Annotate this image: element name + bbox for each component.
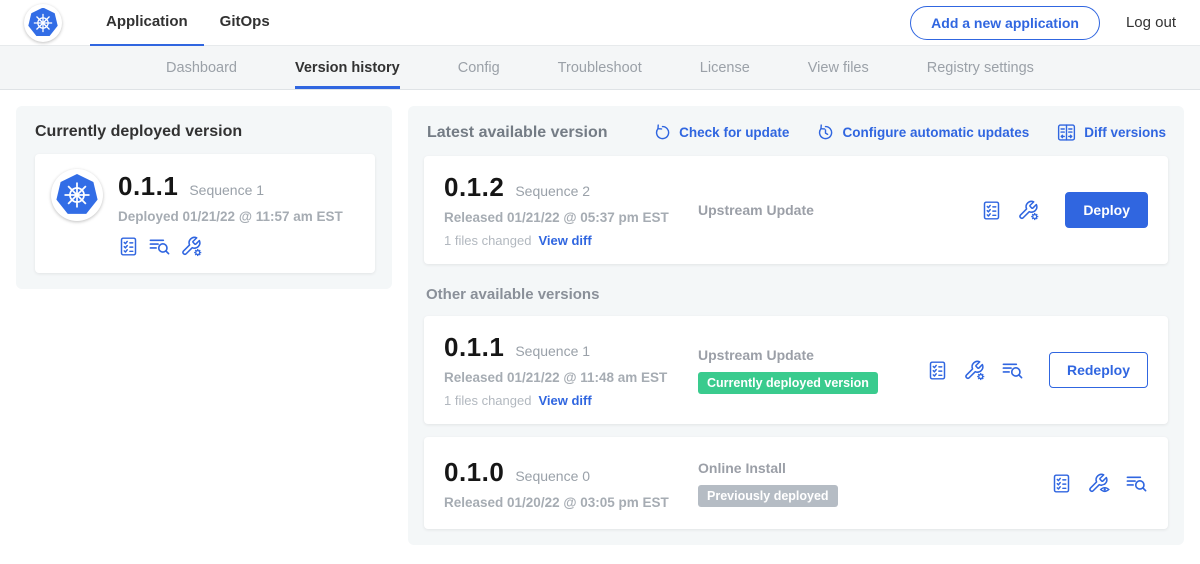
sequence-label: Sequence 0: [515, 468, 590, 484]
version-row-0-1-0: 0.1.0 Sequence 0 Released 01/20/22 @ 03:…: [424, 437, 1168, 529]
check-for-update-link[interactable]: Check for update: [653, 123, 789, 142]
logout-button[interactable]: Log out: [1126, 14, 1176, 31]
subnav-license[interactable]: License: [700, 46, 750, 89]
kubernetes-helm-icon: [56, 174, 98, 216]
version-number: 0.1.2: [444, 172, 504, 203]
checklist-icon[interactable]: [927, 360, 948, 381]
file-search-icon[interactable]: [148, 235, 171, 258]
version-number: 0.1.1: [444, 332, 504, 363]
sequence-label: Sequence 1: [189, 182, 264, 198]
app-subnav: Dashboard Version history Config Trouble…: [0, 46, 1200, 90]
latest-version-header: Latest available version Check for updat…: [424, 122, 1168, 143]
released-timestamp: Released 01/20/22 @ 03:05 pm EST: [444, 495, 698, 510]
add-application-button[interactable]: Add a new application: [910, 6, 1100, 40]
kubernetes-logo: [24, 4, 62, 42]
diff-versions-link[interactable]: Diff versions: [1056, 122, 1166, 143]
checklist-icon[interactable]: [981, 200, 1002, 221]
file-search-icon[interactable]: [1001, 359, 1024, 382]
tab-gitops[interactable]: GitOps: [204, 0, 286, 46]
version-number: 0.1.0: [444, 457, 504, 488]
subnav-dashboard[interactable]: Dashboard: [166, 46, 237, 89]
diff-icon: [1056, 122, 1077, 143]
schedule-icon: [816, 123, 835, 142]
released-timestamp: Released 01/21/22 @ 05:37 pm EST: [444, 210, 698, 225]
wrench-gear-icon[interactable]: [1017, 199, 1040, 222]
configure-automatic-updates-link[interactable]: Configure automatic updates: [816, 123, 1029, 142]
version-row-0-1-2: 0.1.2 Sequence 2 Released 01/21/22 @ 05:…: [424, 156, 1168, 264]
top-header: Application GitOps Add a new application…: [0, 0, 1200, 46]
file-search-icon[interactable]: [1125, 472, 1148, 495]
files-changed-label: 1 files changed: [444, 393, 531, 408]
deployed-version-info: 0.1.1 Sequence 1 Deployed 01/21/22 @ 11:…: [118, 169, 343, 258]
checklist-icon[interactable]: [1051, 473, 1072, 494]
main-content: Currently deployed version 0.1.1 Sequenc…: [0, 90, 1200, 561]
released-timestamp: Released 01/21/22 @ 11:48 am EST: [444, 370, 698, 385]
checklist-icon[interactable]: [118, 236, 139, 257]
subnav-version-history[interactable]: Version history: [295, 46, 400, 89]
kubernetes-helm-icon: [28, 8, 58, 38]
sequence-label: Sequence 1: [515, 343, 590, 359]
version-history-panel: Latest available version Check for updat…: [408, 106, 1184, 545]
refresh-icon: [653, 123, 672, 142]
wrench-gear-icon[interactable]: [963, 359, 986, 382]
deploy-button[interactable]: Deploy: [1065, 192, 1148, 228]
version-actions: Check for update Configure automatic upd…: [653, 122, 1166, 143]
subnav-view-files[interactable]: View files: [808, 46, 869, 89]
app-tabs: Application GitOps: [90, 0, 286, 46]
latest-version-title: Latest available version: [427, 124, 608, 142]
version-number: 0.1.1: [118, 171, 178, 202]
view-diff-link[interactable]: View diff: [538, 393, 591, 408]
currently-deployed-panel: Currently deployed version 0.1.1 Sequenc…: [16, 106, 392, 289]
deployed-version-card: 0.1.1 Sequence 1 Deployed 01/21/22 @ 11:…: [35, 154, 375, 273]
deployed-timestamp: Deployed 01/21/22 @ 11:57 am EST: [118, 209, 343, 224]
tab-application[interactable]: Application: [90, 0, 204, 46]
files-changed-label: 1 files changed: [444, 233, 531, 248]
other-versions-title: Other available versions: [426, 286, 1166, 303]
deployed-version-actions: [118, 235, 343, 258]
subnav-config[interactable]: Config: [458, 46, 500, 89]
subnav-registry-settings[interactable]: Registry settings: [927, 46, 1034, 89]
version-row-0-1-1: 0.1.1 Sequence 1 Released 01/21/22 @ 11:…: [424, 316, 1168, 424]
version-source: Online Install: [698, 460, 1051, 476]
currently-deployed-badge: Currently deployed version: [698, 372, 878, 394]
app-logo: [51, 169, 103, 221]
currently-deployed-title: Currently deployed version: [35, 123, 375, 141]
wrench-gear-icon[interactable]: [180, 235, 203, 258]
version-source: Upstream Update: [698, 347, 927, 363]
view-diff-link[interactable]: View diff: [538, 233, 591, 248]
wrench-eye-icon[interactable]: [1087, 472, 1110, 495]
redeploy-button[interactable]: Redeploy: [1049, 352, 1148, 388]
sequence-label: Sequence 2: [515, 183, 590, 199]
version-source: Upstream Update: [698, 202, 981, 218]
previously-deployed-badge: Previously deployed: [698, 485, 838, 507]
subnav-troubleshoot[interactable]: Troubleshoot: [558, 46, 642, 89]
